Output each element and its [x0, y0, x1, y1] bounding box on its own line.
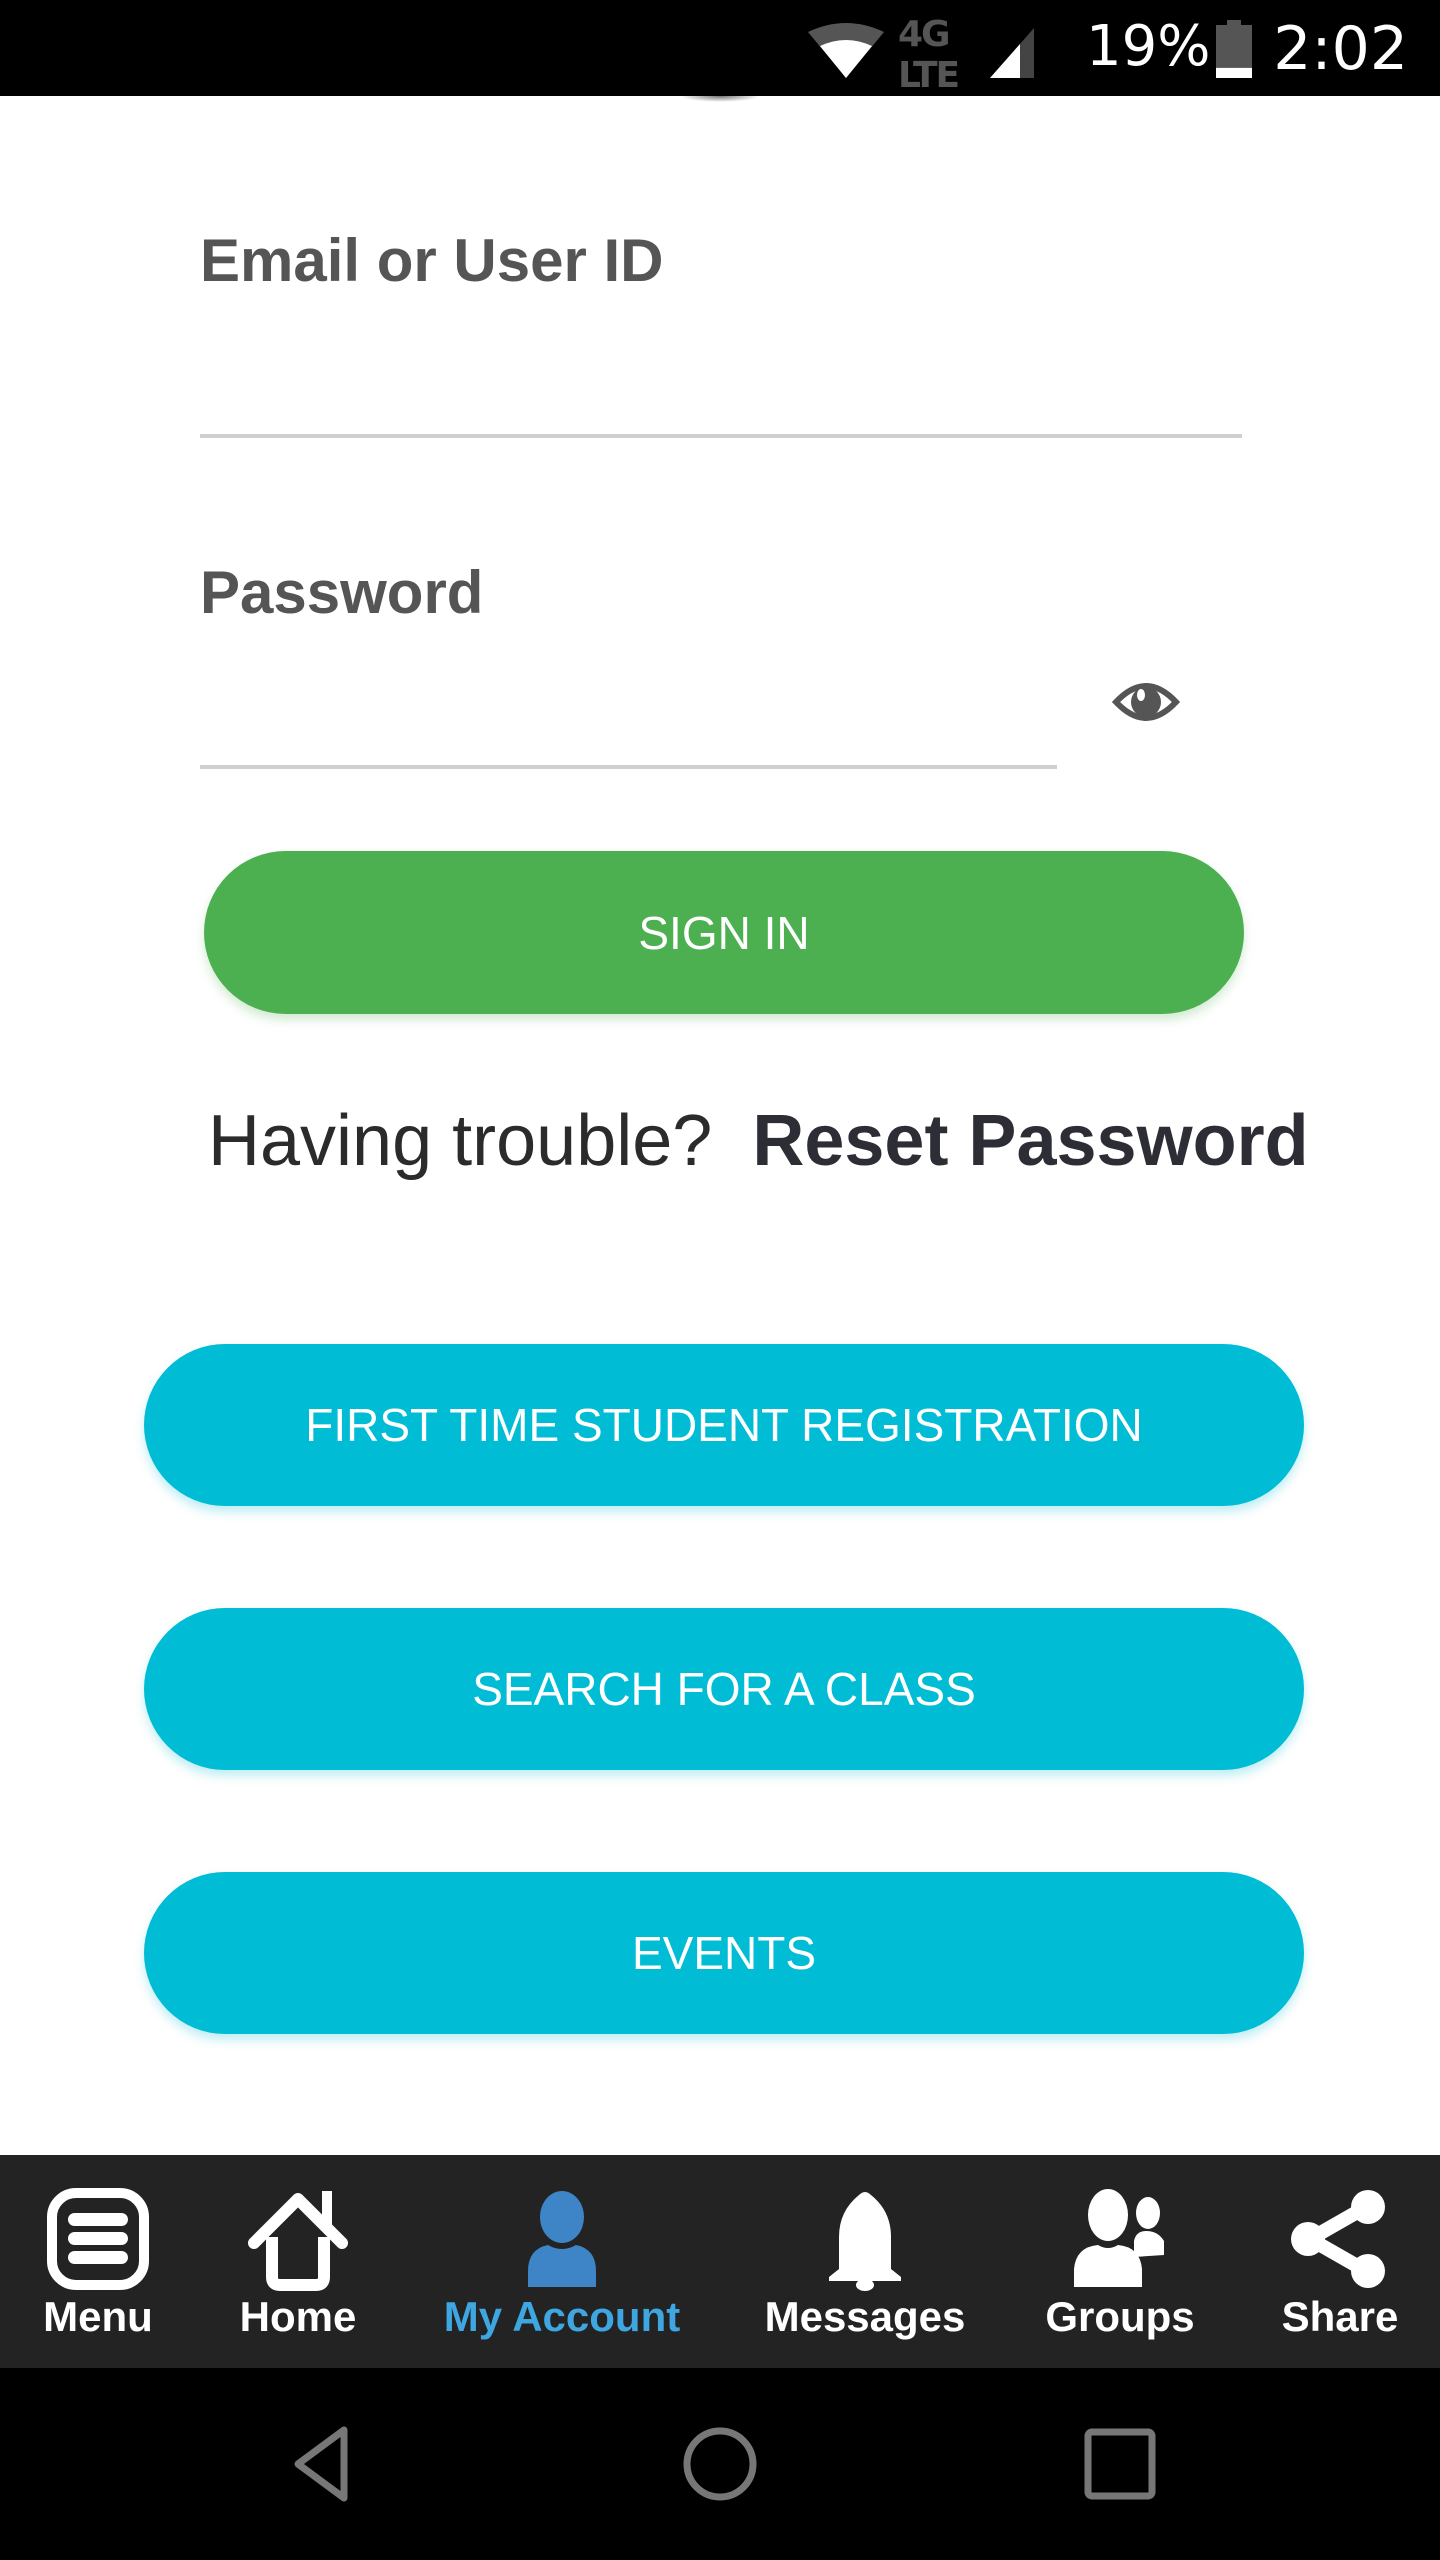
recents-icon[interactable]: [1080, 2424, 1160, 2504]
tab-groups[interactable]: Groups: [1020, 2155, 1220, 2368]
battery-percent: 19%: [1086, 14, 1211, 79]
home-icon: [248, 2191, 348, 2291]
bell-icon: [829, 2192, 901, 2291]
email-label: Email or User ID: [200, 227, 664, 294]
user-icon: [528, 2191, 596, 2287]
share-icon: [1291, 2190, 1385, 2288]
header-shadow: [680, 96, 760, 102]
tab-my-account[interactable]: My Account: [432, 2155, 692, 2368]
cell-signal-icon: [990, 28, 1034, 78]
events-button[interactable]: EVENTS: [144, 1872, 1304, 2034]
password-field[interactable]: [200, 670, 1056, 760]
reset-password-link[interactable]: Reset Password: [752, 1101, 1308, 1181]
groups-icon: [1074, 2189, 1164, 2287]
clock: 2:02: [1273, 14, 1408, 84]
tab-label: Menu: [43, 2293, 153, 2340]
battery-icon: [1216, 20, 1252, 78]
password-label: Password: [200, 559, 484, 626]
system-nav-bar: [0, 2368, 1440, 2560]
wifi-icon: [808, 23, 884, 78]
email-underline: [200, 434, 1242, 438]
tab-messages[interactable]: Messages: [750, 2155, 980, 2368]
eye-icon[interactable]: [1112, 676, 1180, 728]
menu-icon: [47, 2188, 149, 2290]
tab-home[interactable]: Home: [218, 2155, 378, 2368]
status-bar: 4G LTE 19% 2:02: [0, 0, 1440, 96]
tab-label: Home: [239, 2293, 357, 2340]
tab-menu[interactable]: Menu: [18, 2155, 178, 2368]
sign-in-button[interactable]: SIGN IN: [204, 851, 1244, 1014]
password-underline: [200, 765, 1057, 769]
tab-label: Messages: [764, 2293, 966, 2340]
first-time-registration-button[interactable]: FIRST TIME STUDENT REGISTRATION: [144, 1344, 1304, 1506]
home-circle-icon[interactable]: [680, 2424, 760, 2504]
trouble-row: Having trouble? Reset Password: [208, 1100, 1309, 1182]
tab-label: My Account: [443, 2293, 681, 2340]
tab-share[interactable]: Share: [1260, 2155, 1420, 2368]
network-type-icon: 4G LTE: [898, 14, 960, 96]
tab-label: Share: [1281, 2293, 1399, 2340]
trouble-text: Having trouble?: [208, 1101, 713, 1181]
tab-label: Groups: [1045, 2293, 1195, 2340]
search-class-button[interactable]: SEARCH FOR A CLASS: [144, 1608, 1304, 1770]
back-icon[interactable]: [282, 2424, 362, 2504]
bottom-tab-bar: Menu Home My Account Messages Groups Sha…: [0, 2155, 1440, 2368]
email-field[interactable]: [200, 340, 1240, 430]
